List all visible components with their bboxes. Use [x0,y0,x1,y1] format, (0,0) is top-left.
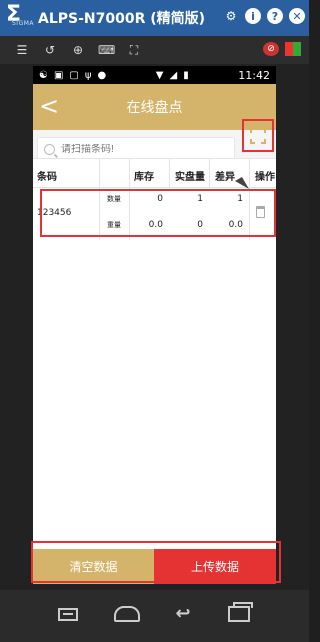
barcode-search-input[interactable] [61,143,221,155]
android-statusbar: ☯ ▣ ▢ ψ ● ▼ ◢ ▮ 11:42 [33,66,276,84]
scan-button[interactable] [242,119,274,152]
close-icon[interactable]: ✕ [289,8,305,24]
list-icon[interactable]: ☰ [14,43,30,57]
back-icon[interactable]: < [39,92,59,120]
help-icon[interactable]: ? [267,8,283,24]
divider [99,159,100,189]
scan-icon [250,127,266,144]
keyboard-icon[interactable]: ⌨ [98,43,115,57]
home-icon[interactable] [114,606,140,622]
column-header-stock: 库存 [134,172,154,183]
usb-icon: ψ [84,69,92,81]
app-icon: ▣ [53,69,64,81]
buttons-highlight [31,541,281,583]
window-title: ALPS-N7000R (精简版) [38,11,206,27]
divider [209,159,210,189]
column-header-barcode: 条码 [37,172,57,183]
divider [169,159,170,189]
status-time: 11:42 [238,68,270,82]
window-titlebar: Σ SIGMA ALPS-N7000R (精简版) ⚙ i ? ✕ [0,0,309,36]
sigma-logo: Σ SIGMA [0,0,38,36]
column-header-diff: 差异 [215,172,235,183]
battery-icon: ▮ [183,69,189,81]
page-title: 在线盘点 [126,100,183,116]
rotate-icon[interactable]: ↺ [42,43,58,57]
android-navbar: ↩ [0,590,309,642]
logo-brand: SIGMA [12,20,35,27]
divider [249,159,250,189]
emulator-toolbar: ☰ ↺ ⊕ ⌨ ⛶ ⊘ [0,36,309,64]
app-header: < 在线盘点 [33,84,276,130]
column-header-action: 操作 [255,172,275,183]
emulator-frame: Σ SIGMA ALPS-N7000R (精简版) ⚙ i ? ✕ ☰ ↺ ⊕ … [0,0,309,642]
menu-icon[interactable] [58,608,78,621]
wifi-icon: ▼ [155,69,164,81]
zoom-icon[interactable]: ⊕ [70,43,86,57]
window-controls: ⚙ i ? ✕ [223,8,305,24]
back-nav-icon[interactable]: ↩ [170,604,196,624]
windows-icon[interactable] [285,42,301,56]
recent-apps-icon[interactable] [228,602,253,622]
signal-icon: ◢ [169,69,178,81]
phone-screen: ☯ ▣ ▢ ψ ● ▼ ◢ ▮ 11:42 < 在线盘点 条码 库存 实盘量 差… [33,66,276,584]
gear-icon[interactable]: ⚙ [223,8,239,24]
info-icon[interactable]: i [245,8,261,24]
row-highlight [40,189,276,237]
divider [129,159,130,189]
search-icon [44,143,55,155]
fullscreen-icon[interactable]: ⛶ [126,43,142,58]
no-sound-icon[interactable]: ⊘ [263,42,279,56]
android-icon: ● [97,69,107,81]
sync-icon: ☯ [39,69,48,81]
column-header-actual: 实盘量 [175,172,205,183]
image-icon: ▢ [69,69,79,81]
